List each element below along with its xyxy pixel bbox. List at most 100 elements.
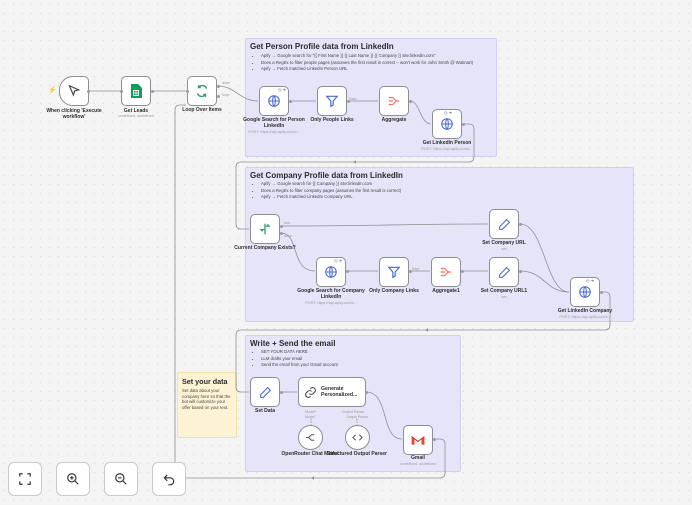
filter-icon <box>387 266 401 279</box>
node-only-company-links[interactable] <box>379 257 409 287</box>
if-icon <box>259 223 271 235</box>
node-label: Current Company Exists? <box>234 245 296 251</box>
output-port[interactable] <box>150 89 154 93</box>
output-port[interactable] <box>288 99 292 103</box>
node-set-company-url1[interactable] <box>489 257 519 287</box>
node-label: Get LinkedIn Company <box>557 308 613 314</box>
node-label: Only People Links <box>310 117 354 123</box>
zoom-in-button[interactable] <box>56 462 90 496</box>
node-gmail[interactable] <box>403 425 433 455</box>
aggregate-icon <box>388 96 400 106</box>
pen-icon <box>498 218 510 230</box>
node-label: Generate Personalized... <box>321 386 358 398</box>
node-top-icons: ◷ ➔ <box>278 87 286 92</box>
edge-label-output-parser: Output Parser <box>346 415 369 419</box>
node-manual-trigger[interactable] <box>59 76 89 106</box>
node-subtitle: undefined, undefined <box>400 462 436 466</box>
node-current-company-exists[interactable] <box>250 214 280 244</box>
globe-icon <box>579 286 591 298</box>
node-subtitle: set <box>501 295 507 299</box>
undo-icon <box>163 474 175 486</box>
sheets-icon <box>131 84 142 98</box>
gmail-icon <box>411 435 425 445</box>
node-aggregate1[interactable] <box>431 257 461 287</box>
fit-view-button[interactable] <box>8 462 42 496</box>
zoom-in-icon <box>67 473 79 485</box>
aggregate-icon <box>440 267 452 277</box>
output-port[interactable] <box>599 290 603 294</box>
trigger-bolt-icon: ⚡ <box>48 87 57 94</box>
node-subtitle: POST: https://api.apify.com/v... <box>305 301 357 305</box>
globe-icon <box>325 266 337 278</box>
cursor-icon <box>68 84 81 97</box>
arrow-markers <box>311 160 428 480</box>
fit-view-icon <box>19 473 31 485</box>
node-subtitle: set <box>501 247 507 251</box>
node-label: Gmail <box>411 455 425 461</box>
node-set-company-url[interactable] <box>489 209 519 239</box>
input-port[interactable] <box>119 89 123 93</box>
globe-icon <box>441 118 453 130</box>
pen-icon <box>498 266 510 278</box>
output-port[interactable] <box>216 84 220 88</box>
node-label: When clicking 'Execute workflow' <box>46 108 102 120</box>
node-openrouter-chat-model[interactable] <box>298 425 323 450</box>
link-icon <box>305 386 316 398</box>
input-port[interactable] <box>185 89 189 93</box>
node-label: Google Search for Company LinkedIn <box>297 288 365 300</box>
output-port[interactable] <box>461 122 465 126</box>
filter-icon <box>325 95 339 108</box>
node-top-icons: ◷ ➔ <box>334 258 342 263</box>
node-subtitle: POST: https://api.apify.com/v... <box>248 130 300 134</box>
output-port[interactable] <box>279 231 283 235</box>
port-label-output-parser: Output Parser <box>342 410 365 414</box>
node-label: Loop Over Items <box>182 107 222 113</box>
undo-button[interactable] <box>152 462 186 496</box>
edge-label-loop: loop <box>222 93 229 97</box>
node-generate-personalized[interactable]: Generate Personalized... <box>298 377 366 407</box>
edge-label-kept: Kept <box>349 97 357 101</box>
port-label-model: Model* <box>305 410 317 414</box>
node-subtitle: POST: https://api.apify.com/v... <box>559 315 611 319</box>
code-icon <box>352 434 363 441</box>
output-port[interactable] <box>216 94 220 98</box>
node-top-icons: ◷ ➔ <box>586 278 594 283</box>
output-port[interactable] <box>279 224 283 228</box>
node-structured-output-parser[interactable] <box>345 425 370 450</box>
loop-icon <box>196 84 208 98</box>
edge-label-false: false <box>284 234 292 238</box>
zoom-out-icon <box>115 473 127 485</box>
node-only-people-links[interactable] <box>317 86 347 116</box>
pen-icon <box>259 386 271 398</box>
output-port[interactable] <box>518 269 522 273</box>
node-set-data[interactable] <box>250 377 280 407</box>
node-label: Get LinkedIn Person <box>422 140 472 146</box>
node-label: Structured Output Parser <box>326 451 387 457</box>
edge-label-model: Model <box>305 415 315 419</box>
edge-label-true: true <box>284 221 291 225</box>
output-port[interactable] <box>279 390 283 394</box>
output-port[interactable] <box>432 437 436 441</box>
node-label: Set Data <box>254 408 275 414</box>
output-port[interactable] <box>408 99 412 103</box>
node-loop-over-items[interactable] <box>187 76 217 106</box>
node-get-linkedin-company[interactable] <box>570 277 600 307</box>
node-subtitle: POST: https://api.apify.com/v... <box>421 147 473 151</box>
output-port[interactable] <box>460 269 464 273</box>
globe-icon <box>268 95 280 107</box>
output-port[interactable] <box>346 99 350 103</box>
workflow-canvas[interactable]: Get Person Profile data from LinkedIn Ap… <box>0 0 692 505</box>
node-label: Set Company URL <box>482 240 526 246</box>
node-get-leads[interactable] <box>121 76 151 106</box>
openrouter-icon <box>305 434 315 441</box>
edge-label-kept: Kept <box>412 267 420 271</box>
zoom-out-button[interactable] <box>104 462 138 496</box>
node-top-icons: ◷ ➔ <box>444 110 452 115</box>
output-port[interactable] <box>408 269 412 273</box>
node-aggregate[interactable] <box>379 86 409 116</box>
node-label: Set Company URL1 <box>480 288 528 294</box>
output-port[interactable] <box>87 89 90 93</box>
output-port[interactable] <box>518 222 522 226</box>
output-port[interactable] <box>345 269 349 273</box>
output-port[interactable] <box>364 390 368 394</box>
